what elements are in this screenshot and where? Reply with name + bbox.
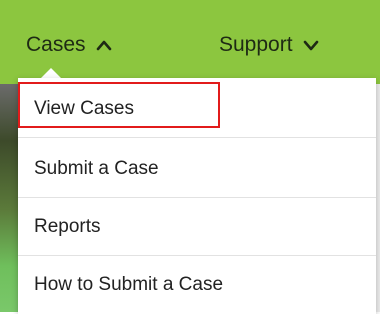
menu-item-label: View Cases	[34, 97, 134, 119]
background-page-edge	[376, 84, 380, 312]
menu-item-submit-a-case[interactable]: Submit a Case	[18, 140, 376, 198]
menu-item-label: Submit a Case	[34, 157, 159, 179]
menu-item-reports[interactable]: Reports	[18, 198, 376, 256]
background-page-image	[0, 84, 18, 312]
chevron-up-icon	[96, 39, 112, 51]
menu-item-how-to-submit-a-case[interactable]: How to Submit a Case	[18, 256, 376, 314]
menu-item-label: How to Submit a Case	[34, 274, 224, 295]
cases-dropdown-menu: View Cases Submit a Case Reports How to …	[18, 78, 376, 314]
nav-support-label: Support	[219, 33, 293, 56]
menu-item-view-cases[interactable]: View Cases	[18, 80, 376, 138]
menu-item-label: Reports	[34, 215, 101, 237]
dropdown-caret	[41, 68, 61, 78]
nav-cases-menu[interactable]: Cases	[26, 30, 112, 60]
chevron-down-icon	[303, 39, 319, 51]
nav-cases-label: Cases	[26, 33, 86, 56]
nav-support-menu[interactable]: Support	[219, 30, 319, 60]
